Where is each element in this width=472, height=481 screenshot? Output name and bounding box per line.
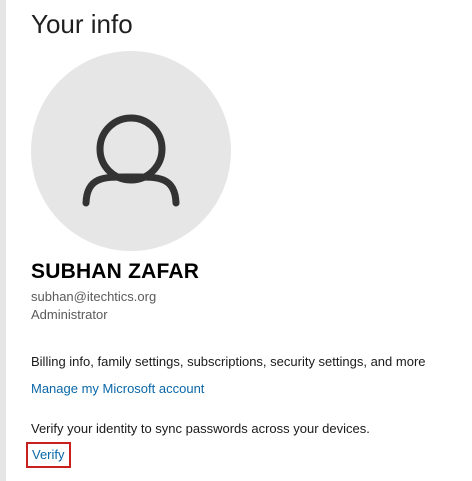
user-email: subhan@itechtics.org <box>31 289 157 304</box>
manage-microsoft-account-link[interactable]: Manage my Microsoft account <box>31 381 204 397</box>
user-role: Administrator <box>31 307 108 322</box>
left-rail-divider <box>0 0 6 481</box>
verify-description: Verify your identity to sync passwords a… <box>31 421 370 436</box>
page-title: Your info <box>31 9 133 39</box>
verify-link[interactable]: Verify <box>26 442 71 468</box>
avatar[interactable] <box>31 51 231 251</box>
person-icon <box>82 114 180 207</box>
user-name: SUBHAN ZAFAR <box>31 260 200 283</box>
account-description: Billing info, family settings, subscript… <box>31 354 426 369</box>
